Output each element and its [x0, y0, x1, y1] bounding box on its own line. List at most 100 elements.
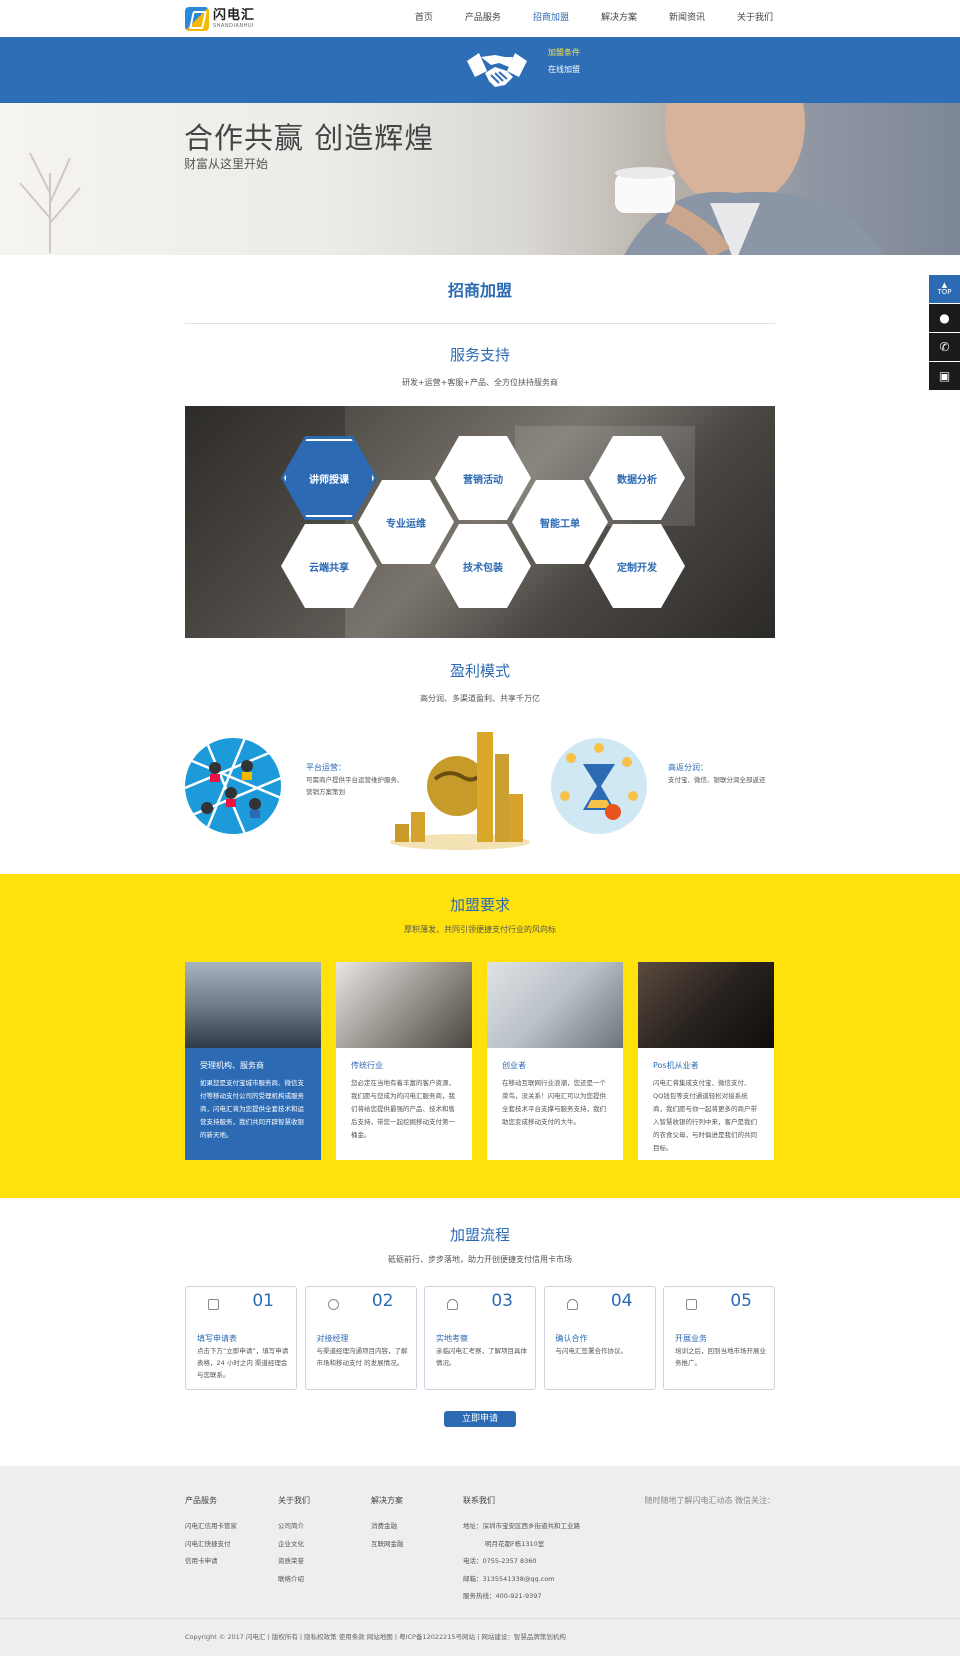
- sub-nav: 加盟条件 在线加盟: [548, 47, 580, 75]
- step-title: 开展业务: [675, 1334, 707, 1343]
- step-desc: 培训之后，回到当地市场开展业务推广。: [675, 1347, 766, 1367]
- step-card[interactable]: 03 实地考察 亲临闪电汇考察，了解项目具体情况。: [424, 1286, 536, 1390]
- service-title: 服务支持: [449, 346, 510, 364]
- logo-subtext: SHANDIANHUI: [213, 22, 254, 29]
- footer-divider: [0, 1618, 960, 1619]
- step-desc: 与闪电汇签署合作协议。: [555, 1347, 628, 1355]
- side-toolbar: ▲ TOP ● ✆ ▣: [929, 275, 960, 391]
- card-pos[interactable]: Pos机从业者 闪电汇将集成支付宝、微信支付、QQ钱包等支付通道轻松对接系统商，…: [638, 962, 774, 1160]
- logo[interactable]: 闪电汇 SHANDIANHUI: [185, 6, 256, 31]
- service-desc: 研发+运营+客服+产品、全方位扶持服务商: [401, 378, 559, 387]
- logo-text: 闪电汇: [213, 7, 256, 23]
- rebate-title: 高返分润：: [668, 763, 708, 772]
- hex-tech-package[interactable]: 技术包装: [435, 524, 531, 608]
- footer-link[interactable]: 信用卡申请: [185, 1553, 237, 1571]
- nav-products[interactable]: 产品服务: [449, 0, 517, 37]
- card-desc: 在移动互联网行业浪潮，您还是一个菜鸟，没关系！闪电汇可以为您提供全套技术平台支撑…: [502, 1079, 606, 1126]
- card-entrepreneur[interactable]: 创业者 在移动互联网行业浪潮，您还是一个菜鸟，没关系！闪电汇可以为您提供全套技术…: [487, 962, 623, 1160]
- footer-link[interactable]: 闪电汇信用卡管家: [185, 1518, 237, 1536]
- card-agency[interactable]: 受理机构、服务商 如果您是支付宝城市服务商、微信支付等移动支付公司的受理机构或服…: [185, 962, 321, 1160]
- footer-link[interactable]: 资质荣誉: [278, 1553, 310, 1571]
- step-card[interactable]: 05 开展业务 培训之后，回到当地市场开展业务推广。: [663, 1286, 775, 1390]
- footer-link[interactable]: 公司简介: [278, 1518, 310, 1536]
- compass-icon: [327, 1299, 339, 1310]
- card-desc: 您必定在当地有着丰富的客户资源，我们愿与您成为的闪电汇服务商，我们将给您提供最强…: [351, 1079, 455, 1139]
- footer-link[interactable]: 闪电汇快捷支付: [185, 1536, 237, 1554]
- requirements-section: 加盟要求 厚积薄发、共同引领便捷支付行业的风向标 受理机构、服务商 如果您是支付…: [0, 874, 960, 1198]
- plant-image: [19, 152, 81, 253]
- card-title: 受理机构、服务商: [200, 1061, 264, 1070]
- step-number: 03: [491, 1291, 513, 1311]
- contact-hotline: 服务热线：400-921-9397: [463, 1592, 542, 1600]
- step-desc: 亲临闪电汇考察，了解项目具体情况。: [436, 1347, 527, 1367]
- qq-button[interactable]: ●: [929, 304, 960, 332]
- profit-section: 平台运营： 可需商户提供平台运营维护服务、 营销方案策划 高返分润： 支付宝、微…: [185, 724, 775, 854]
- step-card[interactable]: 04 确认合作 与闪电汇签署合作协议。: [543, 1286, 656, 1390]
- footer-link[interactable]: 企业文化: [278, 1536, 310, 1554]
- phone-icon: ✆: [939, 340, 950, 354]
- requirements-cards: 受理机构、服务商 如果您是支付宝城市服务商、微信支付等移动支付公司的受理机构或服…: [185, 962, 775, 1160]
- qrcode-icon: ▣: [938, 369, 951, 383]
- back-to-top-button[interactable]: ▲ TOP: [929, 275, 960, 303]
- wechat-follow-text: 随时随地了解闪电汇动态 微信关注：: [644, 1496, 775, 1505]
- rebate-desc: 支付宝、微信、银联分润全部返还: [668, 776, 766, 784]
- profit-title: 盈利模式: [449, 662, 510, 680]
- title-divider: [185, 323, 775, 324]
- person-icon: [447, 1299, 458, 1310]
- nav-about[interactable]: 关于我们: [721, 0, 775, 37]
- calendar-icon: [686, 1299, 697, 1310]
- footer-col-solutions: 解决方案 消费金融 互联网金融: [371, 1495, 404, 1553]
- main-nav: 首页 产品服务 招商加盟 解决方案 新闻资讯 关于我们: [399, 0, 775, 37]
- service-hex-panel: 讲师授课 营销活动 数据分析 专业运维 智能工单 云端共享 技术包装 定制开发: [185, 406, 775, 638]
- step-title: 填写申请表: [197, 1334, 237, 1343]
- nav-news[interactable]: 新闻资讯: [653, 0, 721, 37]
- subnav-online-apply[interactable]: 在线加盟: [548, 64, 580, 75]
- step-desc: 点击下方“立即申请”，填写申请表格，24 小时之内 渠道经理会与您联系。: [197, 1347, 289, 1379]
- footer-heading: 产品服务: [185, 1496, 217, 1505]
- users-icon: [566, 1299, 578, 1310]
- step-card[interactable]: 01 填写申请表 点击下方“立即申请”，填写申请表格，24 小时之内 渠道经理会…: [185, 1286, 297, 1390]
- page-title: 招商加盟: [447, 281, 512, 300]
- footer-link[interactable]: 互联网金融: [371, 1536, 404, 1554]
- apply-button[interactable]: 立即申请: [444, 1411, 516, 1427]
- hex-custom-dev[interactable]: 定制开发: [589, 524, 685, 608]
- phone-button[interactable]: ✆: [929, 333, 960, 361]
- nav-home[interactable]: 首页: [399, 0, 449, 37]
- footer-col-contact: 联系我们 地址：深圳市宝安区西乡街道共和工业路 明月花都F栋1310室 电话：0…: [463, 1495, 580, 1606]
- requirements-title: 加盟要求: [449, 896, 510, 914]
- hero-title: 合作共赢 创造辉煌: [184, 121, 435, 155]
- sub-banner: 加盟条件 在线加盟: [0, 37, 960, 103]
- footer-col-products: 产品服务 闪电汇信用卡管家 闪电汇快捷支付 信用卡申请: [185, 1495, 237, 1571]
- subnav-conditions[interactable]: 加盟条件: [548, 47, 580, 58]
- nav-franchise[interactable]: 招商加盟: [517, 0, 585, 37]
- qrcode-button[interactable]: ▣: [929, 362, 960, 390]
- step-number: 02: [371, 1291, 394, 1311]
- step-number: 04: [610, 1291, 633, 1311]
- card-title: 传统行业: [351, 1061, 383, 1070]
- step-title: 确认合作: [555, 1334, 588, 1343]
- card-desc: 如果您是支付宝城市服务商、微信支付等移动支付公司的受理机构或服务商，闪电汇将为您…: [200, 1079, 304, 1139]
- footer-heading: 解决方案: [371, 1496, 403, 1505]
- contact-phone: 电话：0755-2357 8360: [463, 1557, 537, 1565]
- handshake-icon: [467, 53, 527, 87]
- logo-icon: [185, 6, 209, 31]
- top-label: TOP: [937, 288, 952, 296]
- qq-icon: ●: [939, 311, 950, 325]
- form-icon: [208, 1299, 219, 1310]
- hex-ops[interactable]: 专业运维: [358, 480, 454, 564]
- platform-illustration: [185, 738, 281, 834]
- process-steps: 01 填写申请表 点击下方“立即申请”，填写申请表格，24 小时之内 渠道经理会…: [185, 1286, 775, 1390]
- footer-link[interactable]: 消费金融: [371, 1518, 404, 1536]
- card-traditional[interactable]: 传统行业 您必定在当地有着丰富的客户资源，我们愿与您成为的闪电汇服务商，我们将给…: [336, 962, 472, 1160]
- step-card[interactable]: 02 对接经理 与渠道经理沟通项目内容，了解市场和移动支付 的发展情况。: [304, 1286, 417, 1390]
- step-number: 01: [252, 1291, 274, 1311]
- step-number: 05: [730, 1291, 752, 1311]
- card-title: Pos机从业者: [653, 1061, 699, 1070]
- footer: 产品服务 闪电汇信用卡管家 闪电汇快捷支付 信用卡申请 关于我们 公司简介 企业…: [0, 1466, 960, 1656]
- nav-solutions[interactable]: 解决方案: [585, 0, 653, 37]
- hero-banner: 合作共赢 创造辉煌 财富从这里开始: [0, 103, 960, 255]
- process-title: 加盟流程: [449, 1226, 510, 1244]
- card-title: 创业者: [502, 1061, 526, 1070]
- profit-desc: 高分润、多渠道盈利、共享千万亿: [420, 694, 540, 703]
- footer-link[interactable]: 联络介绍: [278, 1571, 310, 1589]
